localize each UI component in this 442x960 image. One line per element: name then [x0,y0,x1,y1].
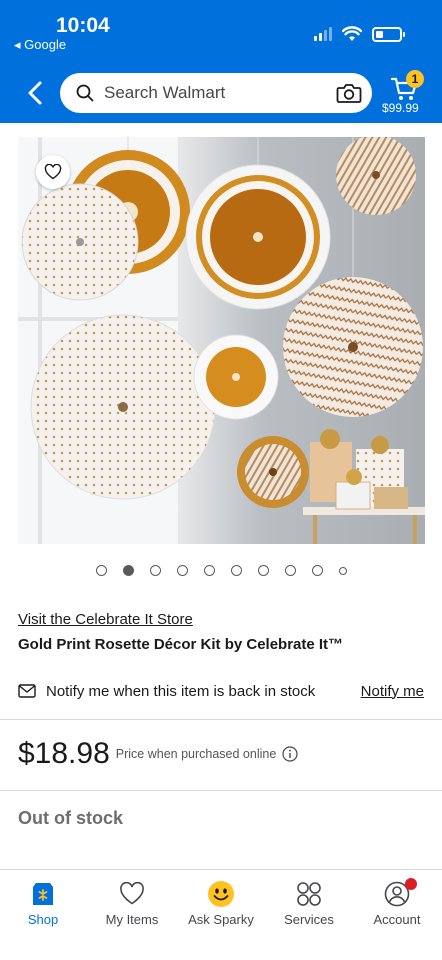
nav-label: Services [284,912,334,927]
search-bar[interactable]: Search Walmart [60,73,372,113]
availability-status: Out of stock [18,808,124,828]
nav-ask-sparky[interactable]: Ask Sparky [181,880,261,927]
search-input[interactable]: Search Walmart [104,83,336,103]
cart-count-badge: 1 [406,70,424,88]
carousel-dot[interactable] [284,565,296,576]
nav-my-items[interactable]: My Items [92,880,172,927]
carousel-dot[interactable] [203,565,215,576]
status-icons [314,26,405,42]
price-note: Price when purchased online [115,747,277,761]
favorite-button[interactable] [36,155,70,189]
image-carousel-dots [0,565,442,576]
carousel-dot[interactable] [311,565,323,576]
carousel-dot[interactable] [257,565,269,576]
search-icon [76,84,94,102]
nav-label: My Items [105,912,159,927]
nav-label: Account [373,912,421,927]
nav-services[interactable]: Services [269,880,349,927]
price-row: $18.98 Price when purchased online [18,737,298,771]
store-link[interactable]: Visit the Celebrate It Store [18,611,193,628]
back-chevron-icon [28,81,42,105]
carousel-dot[interactable] [95,565,107,576]
product-image[interactable] [18,137,425,544]
nav-shop[interactable]: Shop [3,880,83,927]
carousel-dot-active[interactable] [122,565,134,576]
notify-text: Notify me when this item is back in stoc… [46,682,316,700]
battery-icon [372,26,405,42]
notification-dot [405,878,417,890]
price: $18.98 [18,737,110,770]
divider [0,719,442,720]
app-header: 10:04 ◂ Google Search Walmart 1 $99.99 [0,0,442,123]
nav-label: Shop [27,912,59,927]
carousel-dot[interactable] [149,565,161,576]
heart-icon [44,164,62,180]
services-icon [297,882,321,906]
nav-label: Ask Sparky [188,912,254,927]
info-icon[interactable] [282,746,298,762]
product-title: Gold Print Rosette Décor Kit by Celebrat… [18,636,344,653]
carousel-dot[interactable] [230,565,242,576]
back-to-google-link[interactable]: ◂ Google [14,37,66,53]
sparky-icon [208,881,234,907]
camera-icon[interactable] [336,82,362,104]
status-time: 10:04 [56,14,110,37]
notify-row: Notify me when this item is back in stoc… [18,679,424,703]
cart-total: $99.99 [382,101,419,115]
cart-button[interactable]: 1 $99.99 [382,70,428,118]
nav-account[interactable]: Account [357,878,437,927]
wifi-icon [342,26,362,41]
back-button[interactable] [22,76,50,110]
bottom-nav: Shop My Items Ask Sparky Services Accoun… [0,869,442,960]
cellular-signal-icon [314,27,332,41]
carousel-dot[interactable] [338,566,347,575]
divider [0,790,442,791]
notify-me-link[interactable]: Notify me [361,683,424,700]
carousel-dot[interactable] [176,565,188,576]
rosette-fans-illustration [18,137,425,544]
heart-icon [120,882,144,905]
mail-icon [18,684,36,698]
shop-icon [33,883,53,905]
